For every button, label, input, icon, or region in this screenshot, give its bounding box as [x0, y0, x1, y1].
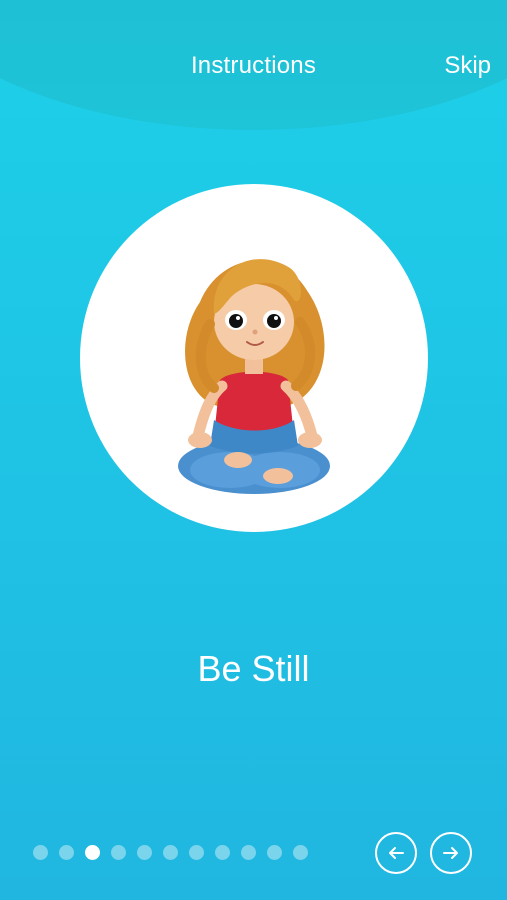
page-dot[interactable]	[33, 845, 48, 860]
arrow-left-icon	[389, 847, 404, 859]
previous-button[interactable]	[375, 832, 417, 874]
page-dot[interactable]	[293, 845, 308, 860]
page-dot[interactable]	[59, 845, 74, 860]
header-bar: Instructions Skip	[0, 0, 507, 135]
meditating-girl-image	[178, 259, 330, 494]
page-dot[interactable]	[163, 845, 178, 860]
page-dot[interactable]	[241, 845, 256, 860]
page-dot[interactable]	[137, 845, 152, 860]
step-illustration	[80, 184, 428, 532]
step-caption: Be Still	[197, 648, 310, 689]
page-title: Instructions	[190, 52, 317, 79]
page-dot-active[interactable]	[85, 845, 100, 860]
page-dot[interactable]	[267, 845, 282, 860]
page-dot[interactable]	[215, 845, 230, 860]
page-dot[interactable]	[189, 845, 204, 860]
next-button[interactable]	[430, 832, 472, 874]
page-indicator	[33, 845, 308, 860]
page-dot[interactable]	[111, 845, 126, 860]
arrow-right-icon	[443, 847, 458, 859]
skip-button[interactable]: Skip	[444, 52, 491, 80]
